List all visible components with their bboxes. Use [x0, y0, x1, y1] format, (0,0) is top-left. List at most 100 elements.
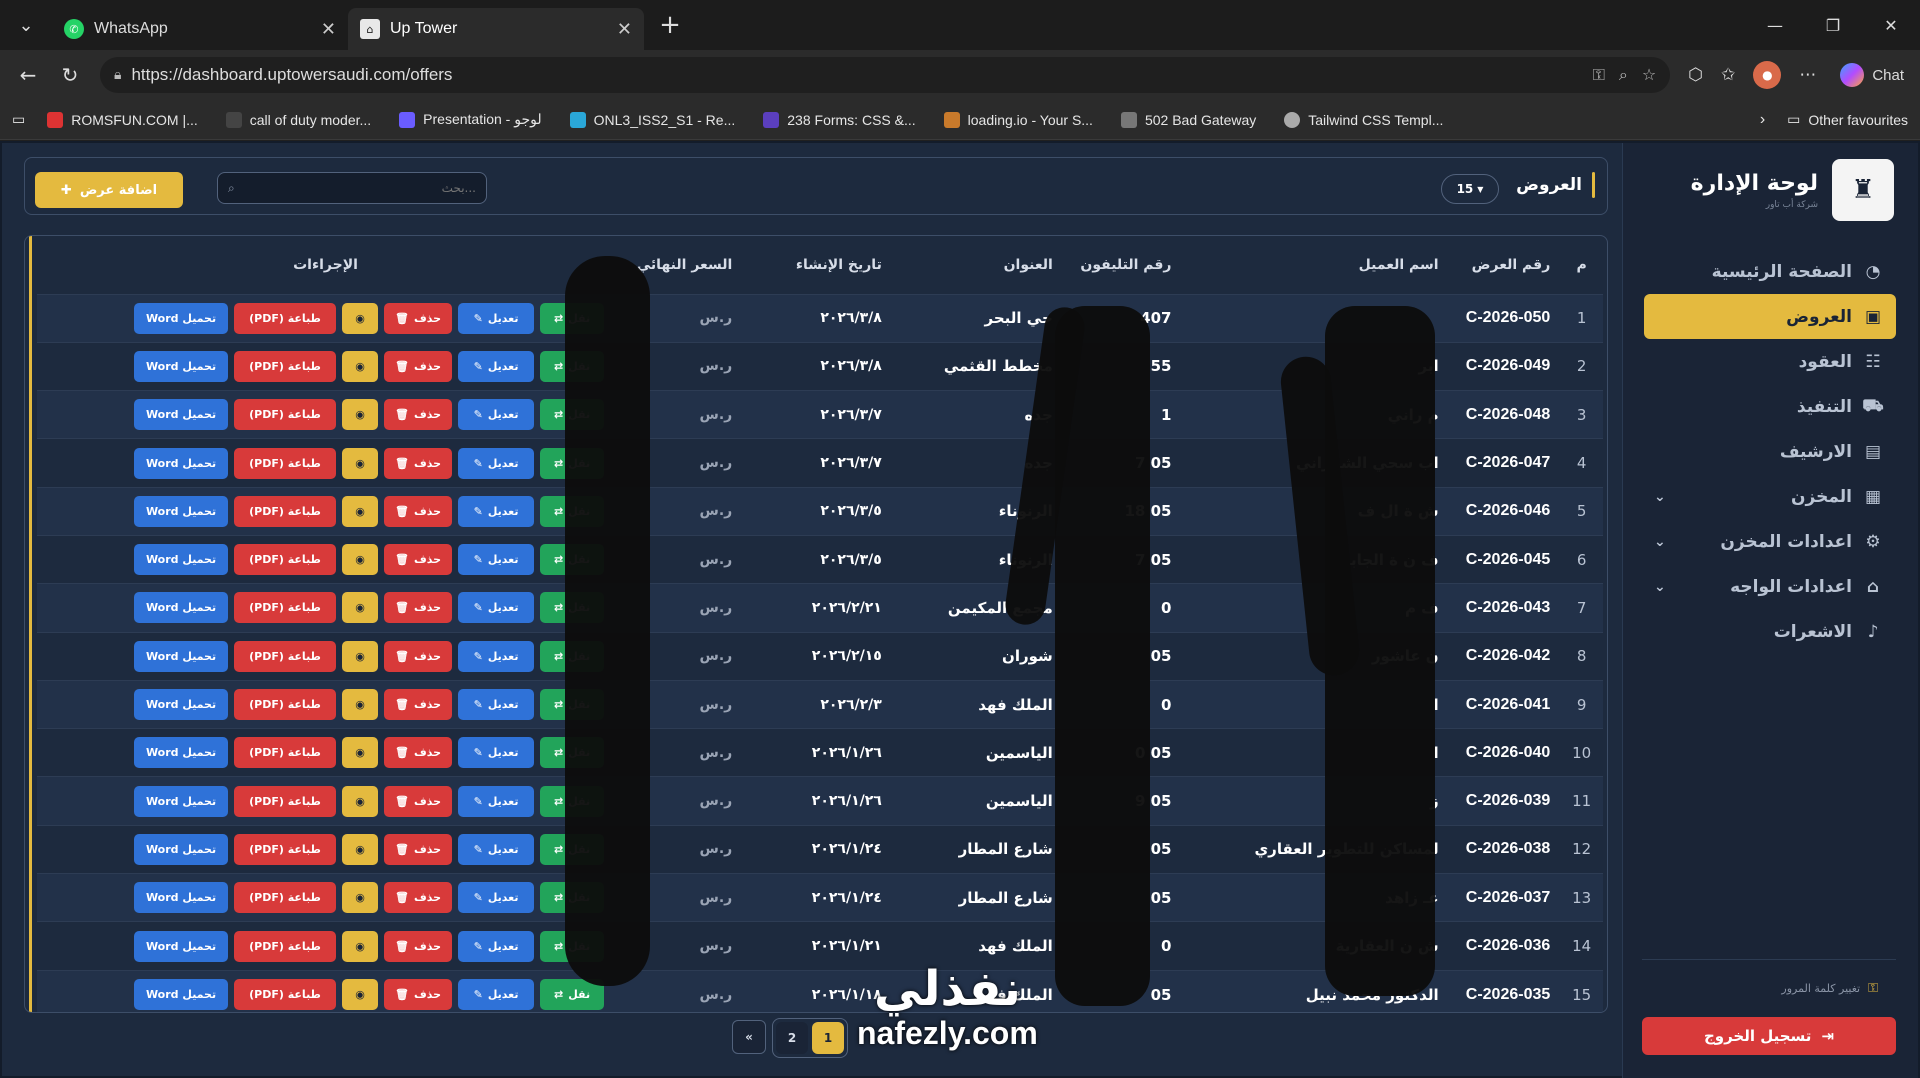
print-pdf-button[interactable]: طباعة (PDF): [234, 592, 337, 624]
download-word-button[interactable]: تحميل Word: [134, 495, 229, 527]
edit-button[interactable]: تعديل ✎: [458, 930, 535, 962]
key-icon[interactable]: ⚿: [1593, 65, 1605, 85]
sidebar-item[interactable]: ☷ العقود: [1644, 339, 1896, 384]
delete-button[interactable]: حذف 🗑︎: [384, 979, 453, 1011]
delete-button[interactable]: حذف 🗑︎: [384, 785, 453, 817]
print-pdf-button[interactable]: طباعة (PDF): [234, 302, 337, 334]
page-size-select[interactable]: 15 ▼: [1441, 174, 1499, 204]
print-pdf-button[interactable]: طباعة (PDF): [234, 979, 337, 1011]
view-button[interactable]: ◉: [342, 399, 379, 431]
url-field[interactable]: 🔒︎ https://dashboard.uptowersaudi.com/of…: [100, 57, 1671, 93]
delete-button[interactable]: حذف 🗑︎: [384, 592, 453, 624]
view-button[interactable]: ◉: [342, 833, 379, 865]
view-button[interactable]: ◉: [342, 689, 379, 721]
view-button[interactable]: ◉: [342, 350, 379, 382]
view-button[interactable]: ◉: [342, 447, 379, 479]
print-pdf-button[interactable]: طباعة (PDF): [234, 930, 337, 962]
download-word-button[interactable]: تحميل Word: [134, 785, 229, 817]
download-word-button[interactable]: تحميل Word: [134, 399, 229, 431]
view-button[interactable]: ◉: [342, 592, 379, 624]
pagination-page-1[interactable]: 1: [812, 1022, 844, 1054]
edit-button[interactable]: تعديل ✎: [458, 495, 535, 527]
sidebar-item[interactable]: ⌂ اعدادات الواجه ⌄: [1644, 564, 1896, 609]
close-window-icon[interactable]: ✕: [1862, 0, 1920, 50]
profile-avatar[interactable]: ●: [1753, 61, 1782, 89]
chevron-down-icon[interactable]: ⌄: [1654, 534, 1666, 550]
download-word-button[interactable]: تحميل Word: [134, 689, 229, 721]
view-button[interactable]: ◉: [342, 640, 379, 672]
favorite-item[interactable]: ONL3_ISS2_S1 - Re...: [569, 111, 735, 128]
tab-actions-chevron-icon[interactable]: ⌄: [6, 5, 46, 45]
chevron-down-icon[interactable]: ⌄: [1654, 489, 1666, 505]
download-word-button[interactable]: تحميل Word: [134, 640, 229, 672]
favorites-menu-icon[interactable]: ▭: [12, 111, 25, 128]
sidebar-item[interactable]: ⚙ اعدادات المخزن ⌄: [1644, 519, 1896, 564]
view-button[interactable]: ◉: [342, 979, 379, 1011]
download-word-button[interactable]: تحميل Word: [134, 592, 229, 624]
print-pdf-button[interactable]: طباعة (PDF): [234, 785, 337, 817]
extensions-icon[interactable]: ⬡: [1688, 65, 1703, 85]
favorite-item[interactable]: call of duty moder...: [225, 111, 371, 128]
view-button[interactable]: ◉: [342, 882, 379, 914]
delete-button[interactable]: حذف 🗑︎: [384, 447, 453, 479]
zoom-icon[interactable]: ⌕: [1619, 65, 1628, 85]
sidebar-item[interactable]: ▣ العروض: [1644, 294, 1896, 339]
sidebar-item[interactable]: ▦ المخزن ⌄: [1644, 474, 1896, 519]
sidebar-item[interactable]: ⛟ التنفيذ: [1644, 384, 1896, 429]
maximize-icon[interactable]: ❐: [1804, 0, 1862, 50]
change-password-link[interactable]: ⚿ تغيير كلمة المرور: [1781, 981, 1878, 996]
edit-button[interactable]: تعديل ✎: [458, 882, 535, 914]
download-word-button[interactable]: تحميل Word: [134, 737, 229, 769]
download-word-button[interactable]: تحميل Word: [134, 447, 229, 479]
favorite-item[interactable]: Presentation - لوجو: [399, 111, 542, 128]
view-button[interactable]: ◉: [342, 302, 379, 334]
download-word-button[interactable]: تحميل Word: [134, 882, 229, 914]
back-icon[interactable]: ←: [10, 57, 46, 93]
edit-button[interactable]: تعديل ✎: [458, 447, 535, 479]
edit-button[interactable]: تعديل ✎: [458, 592, 535, 624]
print-pdf-button[interactable]: طباعة (PDF): [234, 495, 337, 527]
edit-button[interactable]: تعديل ✎: [458, 689, 535, 721]
print-pdf-button[interactable]: طباعة (PDF): [234, 882, 337, 914]
favorites-icon[interactable]: ✩: [1721, 65, 1735, 85]
delete-button[interactable]: حذف 🗑︎: [384, 640, 453, 672]
edit-button[interactable]: تعديل ✎: [458, 399, 535, 431]
view-button[interactable]: ◉: [342, 544, 379, 576]
add-offer-button[interactable]: ✚ اضافة عرض: [35, 172, 183, 208]
search-input[interactable]: [242, 181, 476, 195]
print-pdf-button[interactable]: طباعة (PDF): [234, 350, 337, 382]
close-tab-icon[interactable]: ✕: [321, 19, 336, 40]
download-word-button[interactable]: تحميل Word: [134, 930, 229, 962]
favorites-overflow-icon[interactable]: ›: [1760, 111, 1765, 129]
close-tab-icon[interactable]: ✕: [617, 19, 632, 40]
favorite-item[interactable]: 502 Bad Gateway: [1120, 111, 1256, 128]
view-button[interactable]: ◉: [342, 930, 379, 962]
print-pdf-button[interactable]: طباعة (PDF): [234, 689, 337, 721]
more-menu-icon[interactable]: ⋯: [1799, 65, 1816, 85]
view-button[interactable]: ◉: [342, 785, 379, 817]
pagination-prev[interactable]: «: [732, 1020, 766, 1054]
delete-button[interactable]: حذف 🗑︎: [384, 495, 453, 527]
delete-button[interactable]: حذف 🗑︎: [384, 399, 453, 431]
logout-button[interactable]: تسجيل الخروج ⇥: [1642, 1017, 1896, 1055]
new-tab-icon[interactable]: +: [650, 5, 690, 45]
chevron-down-icon[interactable]: ⌄: [1654, 579, 1666, 595]
delete-button[interactable]: حذف 🗑︎: [384, 833, 453, 865]
url-text[interactable]: https://dashboard.uptowersaudi.com/offer…: [131, 65, 1582, 85]
favorite-item[interactable]: Tailwind CSS Templ...: [1284, 111, 1443, 128]
view-button[interactable]: ◉: [342, 495, 379, 527]
sidebar-item[interactable]: ▤ الارشيف: [1644, 429, 1896, 474]
other-favourites[interactable]: ▭ Other favourites: [1787, 111, 1908, 128]
delete-button[interactable]: حذف 🗑︎: [384, 882, 453, 914]
delete-button[interactable]: حذف 🗑︎: [384, 689, 453, 721]
download-word-button[interactable]: تحميل Word: [134, 302, 229, 334]
favorite-item[interactable]: ROMSFUN.COM |...: [47, 111, 198, 128]
edit-button[interactable]: تعديل ✎: [458, 737, 535, 769]
delete-button[interactable]: حذف 🗑︎: [384, 350, 453, 382]
view-button[interactable]: ◉: [342, 737, 379, 769]
tab-whatsapp[interactable]: ✆ WhatsApp ✕: [52, 8, 348, 50]
download-word-button[interactable]: تحميل Word: [134, 833, 229, 865]
print-pdf-button[interactable]: طباعة (PDF): [234, 737, 337, 769]
edit-button[interactable]: تعديل ✎: [458, 544, 535, 576]
print-pdf-button[interactable]: طباعة (PDF): [234, 447, 337, 479]
